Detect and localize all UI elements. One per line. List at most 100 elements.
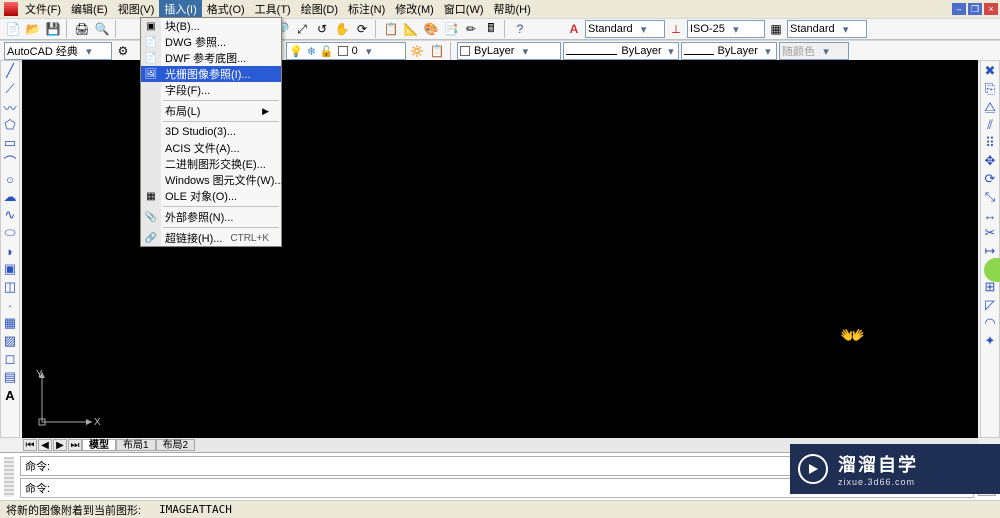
- line-icon[interactable]: ╱: [2, 63, 18, 79]
- tab-layout1[interactable]: 布局1: [116, 439, 156, 451]
- menu-item-field[interactable]: 字段(F)...: [141, 82, 281, 98]
- layer-combo[interactable]: 💡 ❄ 🔓 0 ▾: [286, 42, 406, 60]
- grip-handle[interactable]: [4, 457, 14, 497]
- menu-item-dwg-ref[interactable]: 📄 DWG 参照...: [141, 34, 281, 50]
- menu-file[interactable]: 文件(F): [20, 0, 66, 18]
- layer-manager-icon[interactable]: 📋: [428, 42, 446, 60]
- help-icon[interactable]: ?: [511, 20, 529, 38]
- dimstyle-icon[interactable]: ⟂: [667, 20, 685, 38]
- scale-icon[interactable]: ⤡: [982, 189, 998, 205]
- menu-dim[interactable]: 标注(N): [343, 0, 390, 18]
- insert-block-icon[interactable]: ▣: [2, 261, 18, 277]
- dimstyle-combo[interactable]: ISO-25 ▾: [687, 20, 765, 38]
- menu-item-3dstudio[interactable]: 3D Studio(3)...: [141, 124, 281, 140]
- spline-icon[interactable]: ∿: [2, 207, 18, 223]
- new-icon[interactable]: 📄: [4, 20, 22, 38]
- point-icon[interactable]: ·: [2, 297, 18, 313]
- markup-icon[interactable]: ✏: [462, 20, 480, 38]
- menu-item-block[interactable]: ▣ 块(B)...: [141, 18, 281, 34]
- polyline-icon[interactable]: 〰: [2, 99, 18, 115]
- sheet-set-icon[interactable]: 📑: [442, 20, 460, 38]
- polygon-icon[interactable]: ⬠: [2, 117, 18, 133]
- explode-icon[interactable]: ✦: [982, 333, 998, 349]
- gradient-icon[interactable]: ▨: [2, 333, 18, 349]
- tablestyle-combo[interactable]: Standard ▾: [787, 20, 867, 38]
- window-minimize[interactable]: –: [952, 3, 966, 15]
- menu-tools[interactable]: 工具(T): [250, 0, 296, 18]
- zoom-prev-icon[interactable]: ↺: [313, 20, 331, 38]
- rectangle-icon[interactable]: ▭: [2, 135, 18, 151]
- workspace-gear-icon[interactable]: ⚙: [114, 42, 132, 60]
- xline-icon[interactable]: ⟋: [2, 81, 18, 97]
- lineweight-combo[interactable]: ByLayer ▾: [681, 42, 777, 60]
- offset-icon[interactable]: ⫽: [982, 117, 998, 133]
- menu-item-dwf-underlay[interactable]: 📄 DWF 参考底图...: [141, 50, 281, 66]
- open-icon[interactable]: 📂: [24, 20, 42, 38]
- copy-icon[interactable]: ⎘: [982, 81, 998, 97]
- color-combo[interactable]: ByLayer ▾: [457, 42, 561, 60]
- chamfer-icon[interactable]: ◸: [982, 297, 998, 313]
- revcloud-icon[interactable]: ☁: [2, 189, 18, 205]
- window-close[interactable]: ×: [984, 3, 998, 15]
- array-icon[interactable]: ⠿: [982, 135, 998, 151]
- mtext-icon[interactable]: A: [2, 387, 18, 403]
- rotate-icon[interactable]: ⟳: [982, 171, 998, 187]
- menu-format[interactable]: 格式(O): [202, 0, 250, 18]
- plotstyle-combo[interactable]: 随颜色 ▾: [779, 42, 849, 60]
- redraw-icon[interactable]: ⟳: [353, 20, 371, 38]
- menu-item-raster-image[interactable]: 🖼 光栅图像参照(I)...: [141, 66, 281, 82]
- zoom-window-icon[interactable]: ⤢: [293, 20, 311, 38]
- design-center-icon[interactable]: 📐: [402, 20, 420, 38]
- tab-prev-icon[interactable]: ◀: [38, 439, 52, 451]
- menu-item-xref[interactable]: 📎 外部参照(N)...: [141, 209, 281, 225]
- stretch-icon[interactable]: ↔: [982, 207, 998, 223]
- tablestyle-icon[interactable]: ▦: [767, 20, 785, 38]
- menu-item-wmf[interactable]: Windows 图元文件(W)...: [141, 172, 281, 188]
- preview-icon[interactable]: 🔍: [93, 20, 111, 38]
- textstyle-icon[interactable]: A: [565, 20, 583, 38]
- menu-help[interactable]: 帮助(H): [489, 0, 536, 18]
- window-restore[interactable]: ❐: [968, 3, 982, 15]
- extend-icon[interactable]: ↦: [982, 243, 998, 259]
- save-icon[interactable]: 💾: [44, 20, 62, 38]
- tab-first-icon[interactable]: ⏮: [23, 439, 37, 451]
- textstyle-combo[interactable]: Standard ▾: [585, 20, 665, 38]
- ellipse-arc-icon[interactable]: ◗: [2, 243, 18, 259]
- trim-icon[interactable]: ✂: [982, 225, 998, 241]
- arc-icon[interactable]: ⌒: [2, 153, 18, 169]
- menu-insert[interactable]: 插入(I): [159, 0, 201, 18]
- layer-color-swatch: [338, 46, 348, 56]
- circle-icon[interactable]: ○: [2, 171, 18, 187]
- menu-item-binary-exchange[interactable]: 二进制图形交换(E)...: [141, 156, 281, 172]
- mirror-icon[interactable]: ⧋: [982, 99, 998, 115]
- calc-icon[interactable]: 🖩: [482, 20, 500, 38]
- table-icon[interactable]: ▤: [2, 369, 18, 385]
- tab-layout2[interactable]: 布局2: [156, 439, 196, 451]
- layer-prev-icon[interactable]: 🔅: [408, 42, 426, 60]
- menu-item-layout[interactable]: 布局(L) ▶: [141, 103, 281, 119]
- menu-edit[interactable]: 编辑(E): [66, 0, 113, 18]
- tab-last-icon[interactable]: ⏭: [68, 439, 82, 451]
- menu-item-ole[interactable]: ▦ OLE 对象(O)...: [141, 188, 281, 204]
- tab-next-icon[interactable]: ▶: [53, 439, 67, 451]
- tool-palettes-icon[interactable]: 🎨: [422, 20, 440, 38]
- fillet-icon[interactable]: ◠: [982, 315, 998, 331]
- menu-item-hyperlink[interactable]: 🔗 超链接(H)... CTRL+K: [141, 230, 281, 246]
- properties-icon[interactable]: 📋: [382, 20, 400, 38]
- ellipse-icon[interactable]: ⬭: [2, 225, 18, 241]
- menu-view[interactable]: 视图(V): [113, 0, 160, 18]
- print-icon[interactable]: 🖨: [73, 20, 91, 38]
- make-block-icon[interactable]: ◫: [2, 279, 18, 295]
- move-icon[interactable]: ✥: [982, 153, 998, 169]
- erase-icon[interactable]: ✖: [982, 63, 998, 79]
- menu-modify[interactable]: 修改(M): [390, 0, 439, 18]
- workspace-combo[interactable]: AutoCAD 经典 ▾: [4, 42, 112, 60]
- pan-icon[interactable]: ✋: [333, 20, 351, 38]
- menu-draw[interactable]: 绘图(D): [296, 0, 343, 18]
- hatch-icon[interactable]: ▦: [2, 315, 18, 331]
- region-icon[interactable]: ◻: [2, 351, 18, 367]
- tab-model[interactable]: 模型: [82, 439, 116, 451]
- menu-window[interactable]: 窗口(W): [439, 0, 489, 18]
- linetype-combo[interactable]: ByLayer ▾: [563, 42, 679, 60]
- menu-item-acis[interactable]: ACIS 文件(A)...: [141, 140, 281, 156]
